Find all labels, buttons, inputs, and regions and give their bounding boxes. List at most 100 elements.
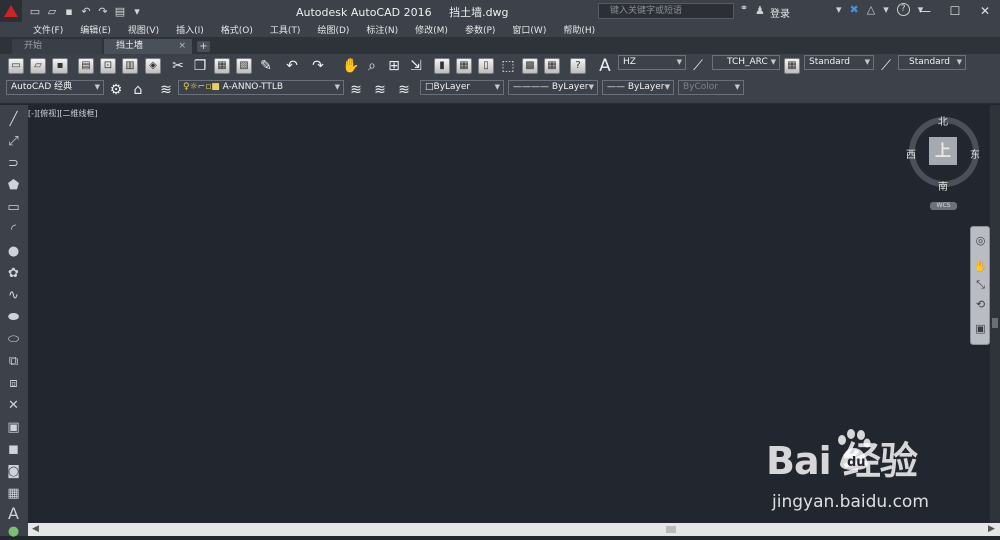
login-dropdown-icon[interactable]: ▾ [836, 3, 842, 16]
compass-west[interactable]: 西 [906, 146, 916, 161]
user-icon[interactable]: ♟ [755, 4, 765, 17]
mleader-style-select[interactable]: Standard ▼ [898, 55, 966, 70]
table-style-select[interactable]: Standard ▼ [804, 55, 874, 70]
new-tab-button[interactable]: + [197, 41, 210, 52]
multiline-text-icon[interactable]: A [5, 505, 22, 522]
steering-wheel-icon[interactable]: ◎ [973, 233, 988, 248]
hatch-icon[interactable]: ▣ [5, 419, 22, 436]
spline-icon[interactable]: ∿ [5, 287, 22, 304]
menu-window[interactable]: 窗口(W) [512, 23, 546, 36]
binoculars-icon[interactable]: ⚭ [736, 3, 752, 19]
paste-icon[interactable]: ▦ [214, 58, 230, 74]
open-file-icon[interactable]: ▱ [45, 4, 59, 18]
menu-draw[interactable]: 绘图(D) [317, 23, 349, 36]
tab-active-drawing[interactable]: 挡土墙 × [104, 39, 192, 54]
minimize-icon[interactable]: — [910, 0, 940, 22]
plot-icon[interactable]: ▤ [78, 58, 94, 74]
rectangle-icon[interactable]: ▭ [5, 199, 22, 216]
make-block-icon[interactable]: ⧈ [5, 375, 22, 392]
save-icon[interactable]: ▪ [62, 4, 76, 18]
workspace-settings-gear-icon[interactable]: ⚙ [108, 82, 124, 98]
qnew-icon[interactable]: ▭ [8, 58, 24, 74]
menu-dimension[interactable]: 标注(N) [366, 23, 398, 36]
line-icon[interactable]: ╱ [5, 111, 22, 128]
polyline-icon[interactable]: ⊃ [5, 155, 22, 172]
menu-view[interactable]: 视图(V) [128, 23, 159, 36]
make-current-layer-icon[interactable]: ≋ [348, 82, 364, 98]
pan-icon[interactable]: ✋ [342, 58, 359, 74]
menu-parametric[interactable]: 参数(P) [465, 23, 495, 36]
tab-close-icon[interactable]: × [178, 39, 186, 54]
undo-tb-icon[interactable]: ↶ [284, 58, 300, 74]
pan-nav-icon[interactable]: ✋ [973, 259, 988, 274]
gradient-icon[interactable]: ◼ [5, 441, 22, 458]
vertical-scroll-thumb[interactable] [992, 318, 998, 328]
markup-icon[interactable]: ▩ [522, 58, 538, 74]
layer-previous-icon[interactable]: ≋ [372, 82, 388, 98]
zoom-extents-icon[interactable]: ⤡ [973, 277, 988, 292]
properties-icon[interactable]: ▮ [434, 58, 450, 74]
viewport-controls[interactable]: [-][俯视][二维线框] [28, 108, 98, 119]
menu-help[interactable]: 帮助(H) [563, 23, 595, 36]
dim-style-select[interactable]: TCH_ARC ▼ [712, 55, 780, 70]
scroll-left-arrow-icon[interactable]: ◀ [32, 524, 39, 534]
text-style-icon[interactable]: A [597, 58, 613, 75]
compass-east[interactable]: 东 [970, 146, 980, 161]
horizontal-scrollbar[interactable] [28, 523, 1000, 536]
zoom-realtime-icon[interactable]: ⌕ [364, 58, 380, 74]
close-icon[interactable]: ✕ [970, 0, 1000, 22]
layer-select[interactable]: ♀☼⌐▫■ A-ANNO-TTLB ▼ [178, 80, 344, 95]
save-tb-icon[interactable]: ▪ [52, 58, 68, 74]
compass-north[interactable]: 北 [938, 113, 948, 128]
table-style-icon[interactable]: ▦ [784, 58, 800, 74]
plot-preview-icon[interactable]: ⊡ [100, 58, 116, 74]
cut-icon[interactable]: ✂ [170, 58, 186, 74]
showmotion-icon[interactable]: ▣ [973, 321, 988, 336]
tab-start[interactable]: 开始 [12, 39, 102, 54]
text-style-select[interactable]: HZ ▼ [618, 55, 686, 70]
mleader-style-icon[interactable]: ⟋ [878, 58, 894, 74]
maximize-icon[interactable]: ☐ [940, 0, 970, 22]
polygon-icon[interactable]: ⬟ [5, 177, 22, 194]
compass-south[interactable]: 南 [938, 178, 948, 193]
undo-icon[interactable]: ↶ [79, 4, 93, 18]
table-icon[interactable]: ▦ [5, 485, 22, 502]
publish-icon[interactable]: ▥ [122, 58, 138, 74]
tool-palettes-icon[interactable]: ▯ [478, 58, 494, 74]
print-icon[interactable]: ▤ [113, 4, 127, 18]
search-input[interactable]: 键入关键字或短语 [598, 3, 734, 19]
layer-states-icon[interactable]: ≋ [396, 82, 412, 98]
menu-edit[interactable]: 编辑(E) [80, 23, 111, 36]
vertical-scrollbar[interactable] [990, 105, 1000, 523]
help-icon[interactable]: ? [896, 3, 910, 16]
redo-tb-icon[interactable]: ↷ [310, 58, 326, 74]
design-center-icon[interactable]: ▦ [456, 58, 472, 74]
match-properties-icon[interactable]: ▧ [236, 58, 252, 74]
orbit-icon[interactable]: ⟲ [973, 297, 988, 312]
customize-dropdown-icon[interactable]: ▾ [130, 4, 144, 18]
workspace-select[interactable]: AutoCAD 经典 ▼ [6, 80, 104, 95]
application-menu-button[interactable] [0, 0, 22, 22]
horizontal-scroll-thumb[interactable] [666, 526, 676, 533]
3d-print-icon[interactable]: ◈ [145, 58, 161, 74]
help-tb-icon[interactable]: ? [570, 58, 586, 74]
a360-icon[interactable]: △ [867, 3, 875, 16]
copy-clip-icon[interactable]: ❐ [192, 58, 208, 74]
sheet-set-icon[interactable]: ⬚ [500, 58, 516, 74]
open-icon[interactable]: ▱ [30, 58, 46, 74]
new-file-icon[interactable]: ▭ [28, 4, 42, 18]
login-link[interactable]: 登录 [770, 5, 790, 20]
menu-file[interactable]: 文件(F) [33, 23, 63, 36]
quickcalc-icon[interactable]: ▦ [544, 58, 560, 74]
add-selected-icon[interactable]: ● [5, 523, 22, 540]
menu-format[interactable]: 格式(O) [221, 23, 253, 36]
layer-properties-icon[interactable]: ≋ [158, 82, 174, 98]
circle-icon[interactable]: ● [5, 243, 22, 260]
block-editor-icon[interactable]: ✎ [258, 58, 274, 74]
scroll-right-arrow-icon[interactable]: ▶ [988, 524, 995, 534]
menu-modify[interactable]: 修改(M) [415, 23, 448, 36]
viewcube-top-face[interactable]: 上 [929, 137, 957, 165]
ellipse-arc-icon[interactable]: ⬭ [5, 331, 22, 348]
linetype-select[interactable]: ———— ByLayer ▼ [508, 80, 598, 95]
revision-cloud-icon[interactable]: ✿ [5, 265, 22, 282]
